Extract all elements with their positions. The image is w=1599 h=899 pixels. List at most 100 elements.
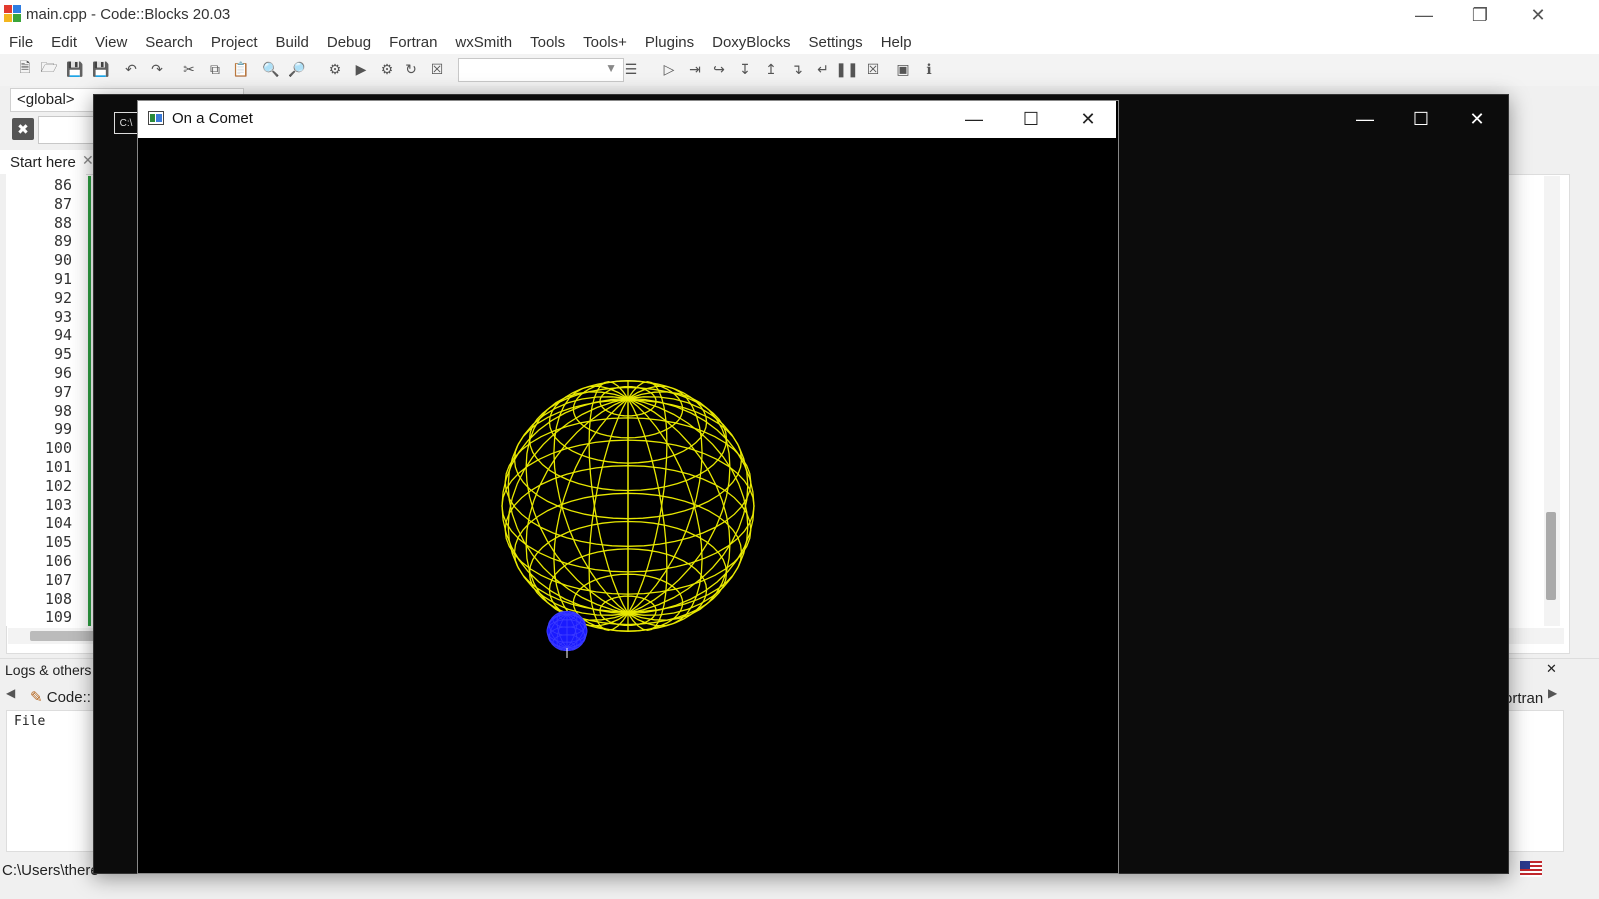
logs-close-icon[interactable]: ✕ [1546, 661, 1557, 677]
menu-fortran[interactable]: Fortran [380, 34, 446, 51]
gl-render-canvas[interactable] [138, 138, 1116, 872]
tab-fortran-info[interactable]: ortran [1504, 690, 1543, 707]
next-line-icon[interactable]: ↪ [708, 58, 730, 80]
build-gear-icon[interactable]: ⚙ [324, 58, 346, 80]
line-number: 103 [44, 496, 72, 514]
debug-windows-icon[interactable]: ▣ [892, 58, 914, 80]
stop-debug-icon[interactable]: ☒ [862, 58, 884, 80]
info-icon[interactable]: ℹ [918, 58, 940, 80]
scope-select-value: <global> [17, 91, 75, 108]
menu-file[interactable]: File [0, 34, 42, 51]
line-number: 95 [53, 345, 72, 363]
log-pencil-icon: ✎ [30, 689, 43, 706]
gl-minimize-button[interactable]: — [946, 101, 1002, 138]
status-file-path: C:\Users\there [2, 862, 99, 879]
app-window-icon [148, 111, 164, 125]
build-run-icon[interactable]: ⚙ [376, 58, 398, 80]
menu-edit[interactable]: Edit [42, 34, 86, 51]
tab-start-here[interactable]: Start here ✕ [0, 150, 100, 174]
line-number: 90 [53, 251, 72, 269]
us-flag-icon [1520, 861, 1542, 877]
menu-project[interactable]: Project [202, 34, 267, 51]
line-number: 107 [44, 571, 72, 589]
ide-restore-button[interactable]: ❐ [1452, 0, 1508, 30]
console-app-icon: C:\ [114, 112, 138, 134]
save-all-icon[interactable]: 💾 [90, 58, 112, 80]
menu-plugins[interactable]: Plugins [636, 34, 703, 51]
target-options-icon[interactable]: ☰ [620, 58, 642, 80]
replace-icon[interactable]: 🔎 [286, 58, 308, 80]
line-number: 86 [53, 176, 72, 194]
menu-view[interactable]: View [86, 34, 136, 51]
menu-doxyblocks[interactable]: DoxyBlocks [703, 34, 799, 51]
menu-bar: File Edit View Search Project Build Debu… [0, 30, 1599, 54]
tab-codeblocks-log-label: Code:: [46, 689, 91, 706]
ide-title-bar: main.cpp - Code::Blocks 20.03 — ❐ ✕ [0, 0, 1599, 30]
save-icon[interactable]: 💾 [64, 58, 86, 80]
paste-icon[interactable]: 📋 [230, 58, 252, 80]
line-number: 102 [44, 477, 72, 495]
line-number: 104 [44, 514, 72, 532]
tab-scroll-right-icon[interactable]: ▶ [1548, 686, 1557, 700]
line-number: 91 [53, 270, 72, 288]
blue-ship-sphere [546, 610, 588, 658]
gl-maximize-button[interactable]: ☐ [1003, 101, 1059, 138]
line-number: 106 [44, 552, 72, 570]
redo-icon[interactable]: ↷ [146, 58, 168, 80]
clear-search-icon[interactable]: ✖ [12, 118, 34, 140]
codeblocks-logo-icon [4, 5, 21, 22]
find-icon[interactable]: 🔍 [260, 58, 282, 80]
pause-icon[interactable]: ❚❚ [835, 58, 858, 80]
tab-scroll-left-icon[interactable]: ◀ [6, 686, 15, 700]
chevron-down-icon: ▼ [605, 61, 617, 75]
abort-icon[interactable]: ☒ [426, 58, 448, 80]
tab-close-icon[interactable]: ✕ [82, 152, 94, 169]
menu-help[interactable]: Help [872, 34, 921, 51]
ide-close-button[interactable]: ✕ [1510, 0, 1566, 30]
console-minimize-button[interactable]: — [1342, 104, 1388, 134]
console-maximize-button[interactable]: ☐ [1398, 104, 1444, 134]
ide-window-title: main.cpp - Code::Blocks 20.03 [26, 6, 231, 23]
new-file-icon[interactable]: 🗎 [14, 58, 36, 80]
line-number: 98 [53, 402, 72, 420]
cut-icon[interactable]: ✂ [178, 58, 200, 80]
line-number: 101 [44, 458, 72, 476]
menu-tools-plus[interactable]: Tools+ [574, 34, 636, 51]
undo-icon[interactable]: ↶ [120, 58, 142, 80]
menu-wxsmith[interactable]: wxSmith [446, 34, 521, 51]
step-instruction-icon[interactable]: ↵ [812, 58, 834, 80]
line-number: 93 [53, 308, 72, 326]
step-into-icon[interactable]: ↧ [734, 58, 756, 80]
line-number: 100 [44, 439, 72, 457]
line-number: 87 [53, 195, 72, 213]
line-number: 105 [44, 533, 72, 551]
menu-tools[interactable]: Tools [521, 34, 574, 51]
menu-build[interactable]: Build [267, 34, 318, 51]
rebuild-icon[interactable]: ↻ [400, 58, 422, 80]
tab-start-here-label: Start here [10, 154, 76, 171]
menu-settings[interactable]: Settings [799, 34, 871, 51]
vertical-scroll-thumb[interactable] [1546, 512, 1556, 600]
copy-icon[interactable]: ⧉ [204, 58, 226, 80]
line-number: 92 [53, 289, 72, 307]
horizontal-scroll-thumb[interactable] [30, 631, 100, 641]
next-instruction-icon[interactable]: ↴ [786, 58, 808, 80]
gl-close-button[interactable]: ✕ [1060, 101, 1116, 138]
build-target-select[interactable]: ▼ [458, 58, 624, 82]
line-number: 94 [53, 326, 72, 344]
gl-window-title: On a Comet [172, 110, 253, 127]
comet-wireframe-sphere [501, 379, 755, 633]
logs-panel-title: Logs & others [5, 662, 92, 678]
changed-lines-marker [88, 176, 91, 626]
console-close-button[interactable]: ✕ [1454, 104, 1500, 134]
debug-start-icon[interactable]: ▷ [658, 58, 680, 80]
run-icon[interactable]: ▶ [350, 58, 372, 80]
ide-minimize-button[interactable]: — [1396, 0, 1452, 30]
menu-debug[interactable]: Debug [318, 34, 380, 51]
tab-codeblocks-log[interactable]: ✎ Code:: [30, 688, 91, 706]
run-to-cursor-icon[interactable]: ⇥ [684, 58, 706, 80]
menu-search[interactable]: Search [136, 34, 202, 51]
line-number: 96 [53, 364, 72, 382]
step-out-icon[interactable]: ↥ [760, 58, 782, 80]
open-file-icon[interactable]: 🗁 [38, 58, 60, 80]
